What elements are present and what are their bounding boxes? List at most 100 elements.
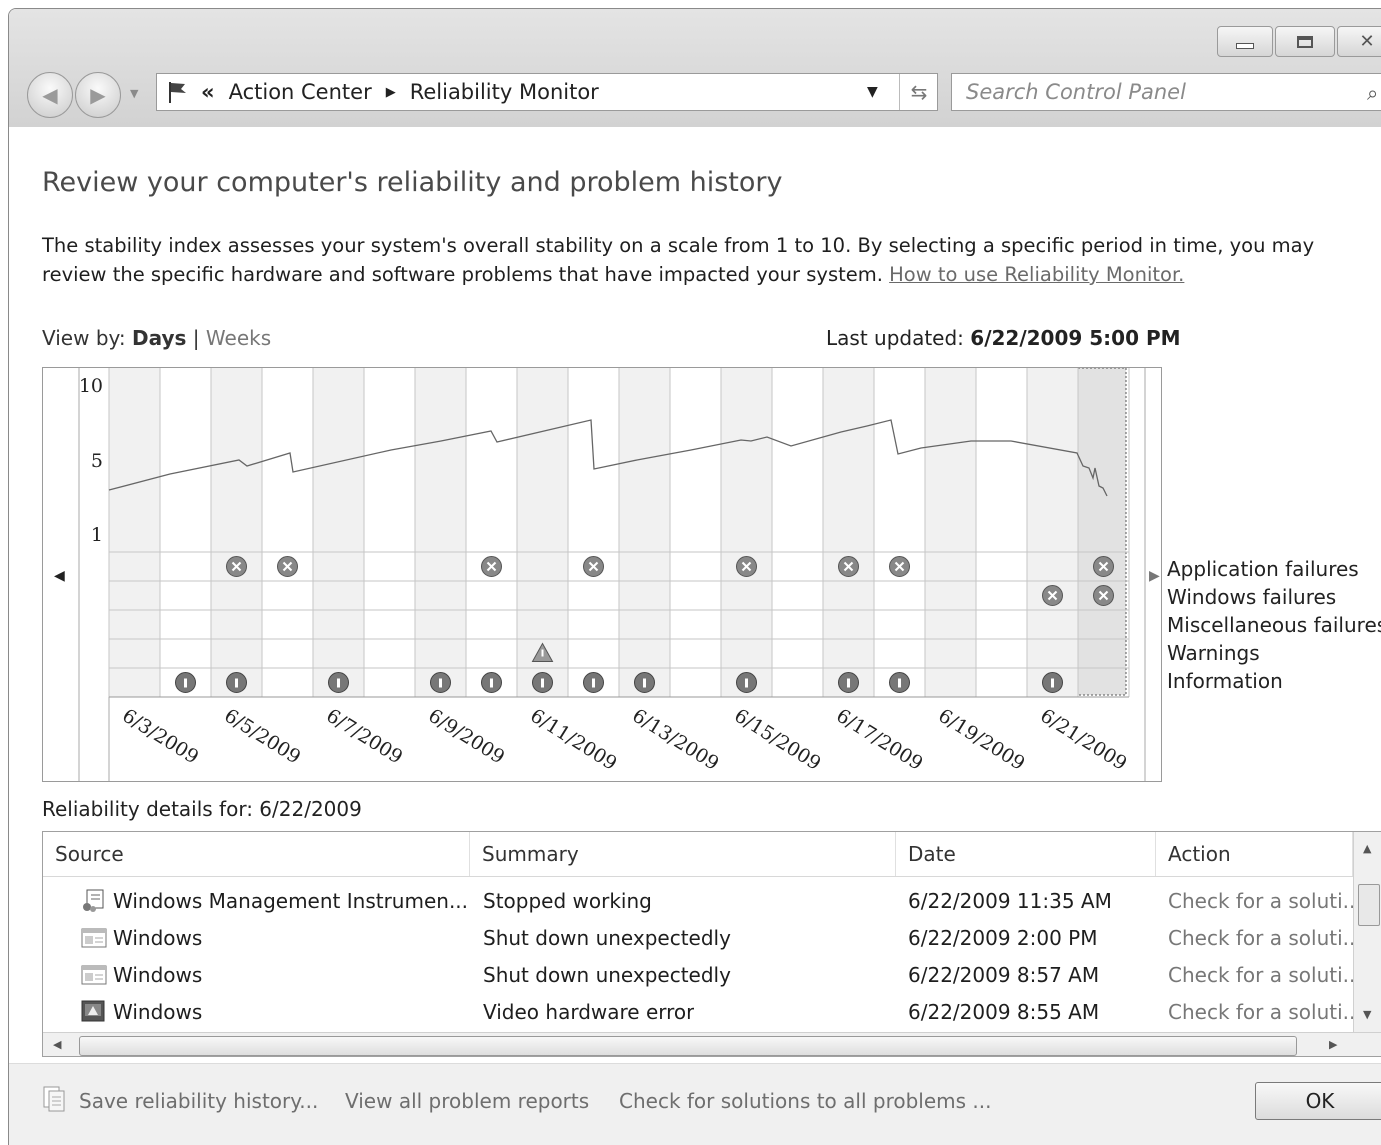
view-separator: | (192, 326, 200, 350)
save-reliability-history-link[interactable]: Save reliability history... (79, 1089, 318, 1113)
cell-source: Windows Management Instrumen... (81, 882, 468, 919)
page-description: The stability index assesses your system… (42, 231, 1372, 289)
chart-day-column-shade (211, 368, 262, 697)
cell-action[interactable]: Check for a soluti... (1168, 993, 1362, 1030)
check-all-solutions-link[interactable]: Check for solutions to all problems ... (619, 1089, 991, 1113)
cell-date: 6/22/2009 2:00 PM (908, 919, 1098, 956)
chart-day-column-shade (1027, 368, 1078, 697)
video-hardware-icon (81, 1000, 107, 1024)
breadcrumb-separator-icon[interactable]: ▶ (386, 85, 396, 100)
column-header-date[interactable]: Date (896, 832, 1156, 876)
event-legend: Application failures Windows failures Mi… (1167, 555, 1381, 695)
column-header-source[interactable]: Source (43, 832, 470, 876)
cell-date: 6/22/2009 8:55 AM (908, 993, 1099, 1030)
reliability-monitor-window: ✕ ◀ ▶ ▼ « Action Center ▶ Reliability Mo… (8, 8, 1381, 1145)
legend-windows-failures: Windows failures (1167, 585, 1337, 609)
search-icon[interactable]: ⌕ (1367, 81, 1378, 105)
view-days-option[interactable]: Days (132, 326, 186, 350)
action-text: Check for a soluti... (1168, 962, 1362, 987)
legend-miscellaneous-failures: Miscellaneous failures (1167, 613, 1381, 637)
x-axis-date-label: 6/15/2009 (730, 705, 824, 775)
cell-action[interactable]: Check for a soluti... (1168, 882, 1362, 919)
cell-summary: Video hardware error (483, 993, 694, 1030)
back-arrow-icon: ◀ (42, 83, 58, 107)
x-axis-date-label: 6/9/2009 (424, 705, 508, 769)
cell-source: Windows (81, 956, 202, 993)
chart-scroll-left-icon[interactable]: ◀ (54, 568, 65, 584)
action-text: Check for a soluti... (1168, 925, 1362, 950)
scroll-left-icon[interactable]: ◀ (53, 1038, 61, 1051)
close-button[interactable]: ✕ (1337, 26, 1381, 57)
address-dropdown-icon[interactable]: ▼ (867, 84, 878, 100)
x-axis-date-label: 6/21/2009 (1036, 705, 1130, 775)
summary-text: Shut down unexpectedly (483, 925, 731, 950)
cell-summary: Shut down unexpectedly (483, 919, 731, 956)
chart-scroll-right-icon[interactable]: ▶ (1149, 568, 1160, 584)
summary-text: Shut down unexpectedly (483, 962, 731, 987)
x-axis-date-label: 6/13/2009 (628, 705, 722, 775)
page-title: Review your computer's reliability and p… (42, 167, 783, 198)
refresh-icon[interactable]: ⇆ (899, 74, 938, 110)
table-row[interactable]: Windows Shut down unexpectedly 6/22/2009 8… (43, 956, 1362, 993)
table-header: Source Summary Date Action (43, 832, 1363, 877)
column-header-summary[interactable]: Summary (470, 832, 896, 876)
save-history-icon (42, 1085, 66, 1113)
y-tick-label: 10 (79, 375, 103, 397)
cell-date: 6/22/2009 11:35 AM (908, 882, 1112, 919)
x-axis-date-label: 6/11/2009 (526, 705, 620, 775)
selected-day-column[interactable] (1077, 367, 1127, 696)
minimize-button[interactable] (1217, 26, 1273, 57)
breadcrumb-item-action-center[interactable]: Action Center (229, 80, 372, 104)
table-row[interactable]: Windows Shut down unexpectedly 6/22/2009 2… (43, 919, 1362, 956)
scroll-right-icon[interactable]: ▶ (1329, 1038, 1337, 1051)
source-text: Windows (113, 999, 203, 1024)
reliability-details-label: Reliability details for: 6/22/2009 (42, 797, 362, 821)
column-header-action[interactable]: Action (1156, 832, 1353, 876)
last-updated: Last updated: 6/22/2009 5:00 PM (826, 326, 1181, 350)
cell-summary: Shut down unexpectedly (483, 956, 731, 993)
ok-button[interactable]: OK (1255, 1082, 1381, 1120)
cell-action[interactable]: Check for a soluti... (1168, 956, 1362, 993)
breadcrumb-overflow[interactable]: « (201, 80, 215, 104)
table-row[interactable]: Windows Management Instrumen... Stopped w… (43, 882, 1362, 919)
scroll-thumb[interactable] (1358, 884, 1380, 926)
source-text: Windows (113, 962, 203, 987)
cell-summary: Stopped working (483, 882, 652, 919)
back-button[interactable]: ◀ (27, 72, 73, 118)
view-all-problem-reports-link[interactable]: View all problem reports (345, 1089, 589, 1113)
x-axis-date-label: 6/17/2009 (832, 705, 926, 775)
scroll-up-icon[interactable]: ▲ (1363, 842, 1371, 855)
x-axis-date-label: 6/19/2009 (934, 705, 1028, 775)
chart-day-column-shade (721, 368, 772, 697)
cell-date: 6/22/2009 8:57 AM (908, 956, 1099, 993)
legend-application-failures: Application failures (1167, 557, 1359, 581)
summary-text: Video hardware error (483, 999, 695, 1024)
recent-pages-dropdown-icon[interactable]: ▼ (130, 87, 138, 100)
reliability-details-table: Source Summary Date Action Windows Manag… (42, 831, 1381, 1057)
vertical-scrollbar[interactable]: ▲ ▼ (1353, 832, 1381, 1032)
search-input[interactable]: Search Control Panel (951, 73, 1381, 111)
date-text: 6/22/2009 2:00 PM (908, 925, 1098, 950)
maximize-button[interactable] (1275, 26, 1335, 57)
scroll-down-icon[interactable]: ▼ (1363, 1008, 1371, 1021)
reliability-chart[interactable]: 10 5 1 6/3/2009 6/5/2009 6/7/2009 6/9/2009 6/11… (42, 367, 1162, 782)
cell-source: Windows (81, 919, 202, 956)
forward-button[interactable]: ▶ (75, 72, 121, 118)
view-weeks-link[interactable]: Weeks (206, 326, 271, 350)
breadcrumb-item-reliability-monitor[interactable]: Reliability Monitor (410, 80, 599, 104)
source-text: Windows Management Instrumen... (113, 888, 469, 913)
x-axis-date-label: 6/7/2009 (322, 705, 406, 769)
action-text: Check for a soluti... (1168, 888, 1362, 913)
reliability-chart-svg: 10 5 1 6/3/2009 6/5/2009 6/7/2009 6/9/2009 6/11… (54, 367, 1160, 781)
table-row[interactable]: Windows Video hardware error 6/22/2009 8:5… (43, 993, 1362, 1030)
cell-action[interactable]: Check for a soluti... (1168, 919, 1362, 956)
date-text: 6/22/2009 8:57 AM (908, 962, 1100, 987)
help-link[interactable]: How to use Reliability Monitor. (889, 263, 1184, 286)
x-axis-date-label: 6/5/2009 (220, 705, 304, 769)
horizontal-scroll-thumb[interactable] (79, 1036, 1297, 1056)
wmi-icon (81, 889, 107, 913)
address-bar[interactable]: « Action Center ▶ Reliability Monitor ▼ … (156, 73, 938, 111)
action-text: Check for a soluti... (1168, 999, 1362, 1024)
horizontal-scrollbar[interactable]: ◀ ▶ (43, 1032, 1381, 1056)
chart-day-column-shade (925, 368, 976, 697)
